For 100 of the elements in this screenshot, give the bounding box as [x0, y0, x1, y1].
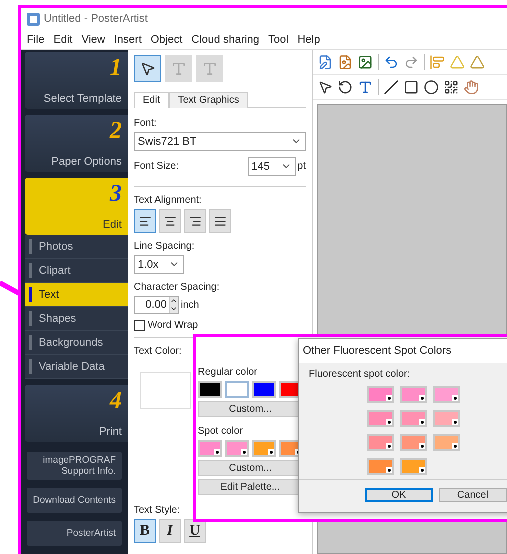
menu-item[interactable]: Edit — [54, 34, 73, 46]
color-swatch[interactable] — [433, 410, 460, 427]
color-preview — [140, 372, 191, 409]
menu-item[interactable]: File — [27, 34, 45, 46]
menu-item[interactable]: View — [82, 34, 106, 46]
color-swatch[interactable] — [198, 440, 222, 457]
color-swatch[interactable] — [400, 386, 427, 403]
field-label: Character Spacing: — [134, 282, 221, 293]
rectangle-icon[interactable] — [404, 80, 419, 94]
sidebar-item[interactable]: Text — [25, 283, 128, 307]
sidebar-link-button[interactable]: Download Contents — [27, 488, 122, 513]
step-button[interactable]: 4 Print — [25, 385, 128, 442]
color-swatch[interactable] — [400, 458, 427, 475]
color-swatch[interactable] — [367, 386, 394, 403]
sidebar-item[interactable]: Backgrounds — [25, 331, 128, 355]
menu-item[interactable]: Tool — [268, 34, 289, 46]
document-icon[interactable] — [338, 54, 353, 70]
align-button[interactable] — [209, 209, 231, 233]
step-button[interactable]: 3 Edit — [25, 178, 128, 235]
sidebar-item[interactable]: Photos — [25, 235, 128, 259]
rotate-icon[interactable] — [338, 80, 353, 94]
hand-icon[interactable] — [464, 80, 479, 94]
menu-item[interactable]: Insert — [114, 34, 142, 46]
field-label: Text Alignment: — [134, 195, 203, 206]
step-number: 2 — [110, 119, 122, 143]
unit-label: pt — [298, 161, 306, 172]
section-label: Spot color — [198, 426, 244, 437]
sidebar-item[interactable]: Shapes — [25, 307, 128, 331]
field-label: Line Spacing: — [134, 241, 196, 252]
window-title: Untitled - PosterArtist — [44, 13, 148, 25]
color-swatch[interactable] — [252, 440, 276, 457]
color-swatch[interactable] — [198, 381, 222, 398]
step-button[interactable]: 1 Select Template — [25, 52, 128, 109]
sidebar-link-button[interactable]: imagePROGRAF Support Info. — [27, 452, 122, 480]
color-swatch[interactable] — [367, 434, 394, 451]
sidebar-link-button[interactable]: PosterArtist — [27, 521, 122, 546]
color-swatch[interactable] — [252, 381, 276, 398]
field-label: Font: — [134, 118, 158, 129]
qr-code-icon[interactable] — [444, 80, 459, 94]
dialog-button[interactable]: Cancel — [439, 488, 507, 502]
step-label: Edit — [103, 219, 122, 231]
align-center-icon — [164, 214, 176, 228]
field-label: Text Style: — [134, 505, 182, 516]
line-icon[interactable] — [384, 80, 399, 94]
step-number: 1 — [110, 56, 122, 80]
word-wrap-checkbox[interactable]: Word Wrap — [134, 320, 306, 331]
pointer-icon[interactable] — [318, 80, 333, 94]
menu-item[interactable]: Object — [150, 34, 183, 46]
color-swatch[interactable] — [367, 410, 394, 427]
step-label: Print — [99, 426, 122, 438]
color-swatch[interactable] — [225, 440, 249, 457]
step-label: Select Template — [44, 93, 122, 105]
tab[interactable]: Edit — [134, 92, 170, 108]
menu-item[interactable]: Help — [298, 34, 320, 46]
color-swatch[interactable] — [225, 381, 249, 398]
align-icon[interactable] — [430, 54, 445, 70]
align-left-icon — [138, 214, 152, 228]
step-label: Paper Options — [52, 156, 122, 168]
section-label: Regular color — [198, 367, 258, 378]
color-swatch[interactable] — [433, 434, 460, 451]
color-swatch[interactable] — [433, 386, 460, 403]
color-swatch[interactable] — [400, 410, 427, 427]
font-dropdown[interactable]: Swis721 BT — [134, 132, 306, 151]
style-button[interactable]: U — [184, 519, 206, 543]
app-icon — [27, 12, 40, 26]
font-size-dropdown[interactable]: 145 — [248, 157, 296, 176]
dialog-button[interactable]: OK — [365, 488, 433, 502]
align-button[interactable] — [184, 209, 206, 233]
line-spacing-dropdown[interactable]: 1.0x — [134, 255, 184, 274]
sidebar-item[interactable]: Variable Data — [25, 355, 128, 379]
color-swatch[interactable] — [367, 458, 394, 475]
menu-item[interactable]: Cloud sharing — [192, 34, 260, 46]
spin-arrows[interactable] — [169, 297, 178, 313]
style-button[interactable]: B — [134, 519, 156, 543]
unit-label: inch — [181, 300, 200, 310]
spacing-field[interactable]: 0.00 — [134, 296, 179, 314]
field-label: Font Size: — [134, 160, 180, 172]
tab[interactable]: Text Graphics — [169, 92, 248, 108]
field-label: Text Color: — [134, 346, 183, 357]
align-button[interactable] — [159, 209, 181, 233]
ellipse-icon[interactable] — [424, 80, 439, 94]
picture-icon[interactable] — [358, 54, 373, 70]
pointer-icon — [140, 60, 156, 76]
redo-icon[interactable] — [404, 54, 419, 70]
dialog-title: Other Fluorescent Spot Colors — [303, 345, 452, 357]
triangle-icon[interactable] — [450, 54, 465, 70]
align-button[interactable] — [134, 209, 156, 233]
step-button[interactable]: 2 Paper Options — [25, 115, 128, 172]
step-number: 3 — [110, 182, 122, 206]
undo-icon[interactable] — [384, 54, 399, 70]
triangle-icon[interactable] — [470, 54, 485, 70]
color-swatch[interactable] — [400, 434, 427, 451]
text-tool-icon — [170, 60, 186, 76]
sidebar-item[interactable]: Clipart — [25, 259, 128, 283]
align-right-icon — [188, 214, 202, 228]
tool-button[interactable] — [134, 55, 161, 82]
text-tool-icon — [202, 60, 218, 76]
step-number: 4 — [110, 389, 122, 413]
text-tool-icon[interactable] — [358, 80, 373, 94]
style-button[interactable]: I — [159, 519, 181, 543]
